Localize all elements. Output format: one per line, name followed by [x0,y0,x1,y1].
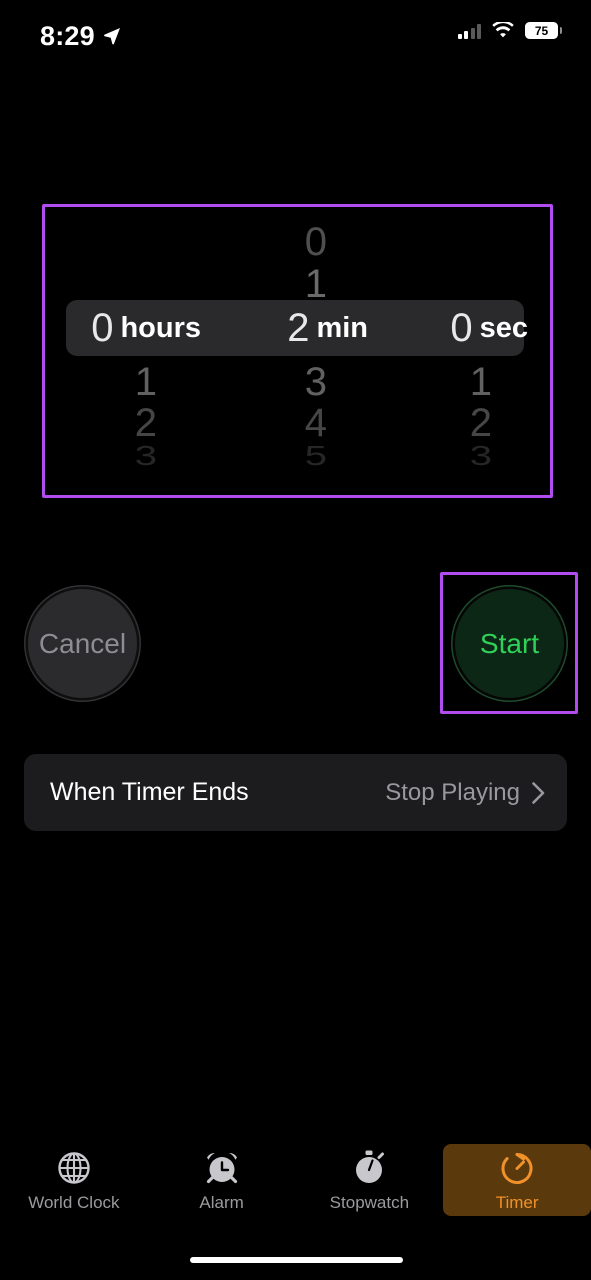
location-arrow-icon [103,27,121,45]
cancel-button[interactable]: Cancel [28,589,137,698]
status-bar-left: 8:29 [40,20,121,52]
tab-world-clock[interactable]: World Clock [0,1140,148,1220]
alarm-clock-icon [202,1148,242,1188]
seconds-option-value: 3 [469,440,492,472]
battery-level-label: 75 [534,23,549,38]
battery-icon: 75 [525,22,562,39]
when-timer-ends-row[interactable]: When Timer Ends Stop Playing [24,754,567,831]
tab-label-stopwatch: Stopwatch [329,1193,410,1212]
picker-option-hours[interactable]: 3 [50,441,210,470]
minutes-option-value: 5 [304,440,327,472]
stopwatch-icon [349,1148,389,1188]
minutes-option-value: 1 [304,262,327,306]
picker-option-hours[interactable]: 1 [50,361,210,403]
tab-label-timer: Timer [495,1193,539,1212]
start-button-label: Start [479,627,540,659]
tab-bar: World Clock Alarm Stopwatch Timer [0,1140,591,1220]
timer-duration-picker[interactable]: 0 hours 1 2 3 0 1 2 min 3 4 5 0 sec 1 2 … [45,207,550,495]
minutes-unit-label: min [316,312,368,344]
timer-screen: 8:29 75 0 hours 1 2 3 0 1 2 min 3 4 5 0 … [0,0,591,1280]
cellular-signal-icon [457,23,481,39]
timer-icon [497,1148,537,1188]
when-timer-ends-value: Stop Playing [385,778,520,806]
minutes-option-value: 0 [304,220,327,264]
cancel-button-label: Cancel [38,627,127,659]
picker-option-minutes[interactable]: 5 [217,441,377,470]
seconds-option-value: 1 [469,360,492,404]
picker-option-minutes[interactable]: 1 [217,263,377,305]
picker-option-minutes[interactable]: 4 [217,402,377,444]
hours-option-value: 3 [134,440,157,472]
seconds-option-value: 2 [469,401,492,445]
status-bar-right: 75 [457,20,562,39]
picker-column-minutes[interactable]: 0 1 2 min 3 4 5 [217,207,377,495]
hours-value: 0 [91,306,114,350]
picker-option-minutes[interactable]: 3 [217,361,377,403]
battery-cap [559,27,562,34]
picker-selected-minutes[interactable]: 2 min [217,300,377,356]
picker-option-minutes[interactable]: 0 [217,221,377,263]
hours-option-value: 1 [134,360,157,404]
picker-option-seconds[interactable]: 2 [375,402,535,444]
globe-icon [54,1148,94,1188]
tab-stopwatch[interactable]: Stopwatch [296,1140,444,1220]
picker-selected-seconds[interactable]: 0 sec [375,300,535,356]
status-bar-clock: 8:29 [40,21,95,51]
picker-column-hours[interactable]: 0 hours 1 2 3 [50,207,210,495]
picker-selected-hours[interactable]: 0 hours [50,300,210,356]
tab-label-world-clock: World Clock [28,1193,120,1212]
seconds-unit-label: sec [479,312,528,344]
when-timer-ends-label: When Timer Ends [50,778,249,806]
minutes-option-value: 3 [304,360,327,404]
picker-column-seconds[interactable]: 0 sec 1 2 3 [375,207,535,495]
hours-unit-label: hours [120,312,201,344]
picker-option-seconds[interactable]: 1 [375,361,535,403]
picker-option-seconds[interactable]: 3 [375,441,535,470]
wifi-icon [492,20,514,39]
tab-timer[interactable]: Timer [443,1144,591,1216]
picker-option-hours[interactable]: 2 [50,402,210,444]
seconds-value: 0 [450,306,473,350]
chevron-right-icon [532,781,545,804]
start-button[interactable]: Start [455,589,564,698]
tab-label-alarm: Alarm [199,1193,244,1212]
status-bar: 8:29 75 [0,0,591,70]
tab-alarm[interactable]: Alarm [148,1140,296,1220]
minutes-option-value: 4 [304,401,327,445]
hours-option-value: 2 [134,401,157,445]
home-indicator [190,1257,403,1263]
minutes-value: 2 [287,306,310,350]
